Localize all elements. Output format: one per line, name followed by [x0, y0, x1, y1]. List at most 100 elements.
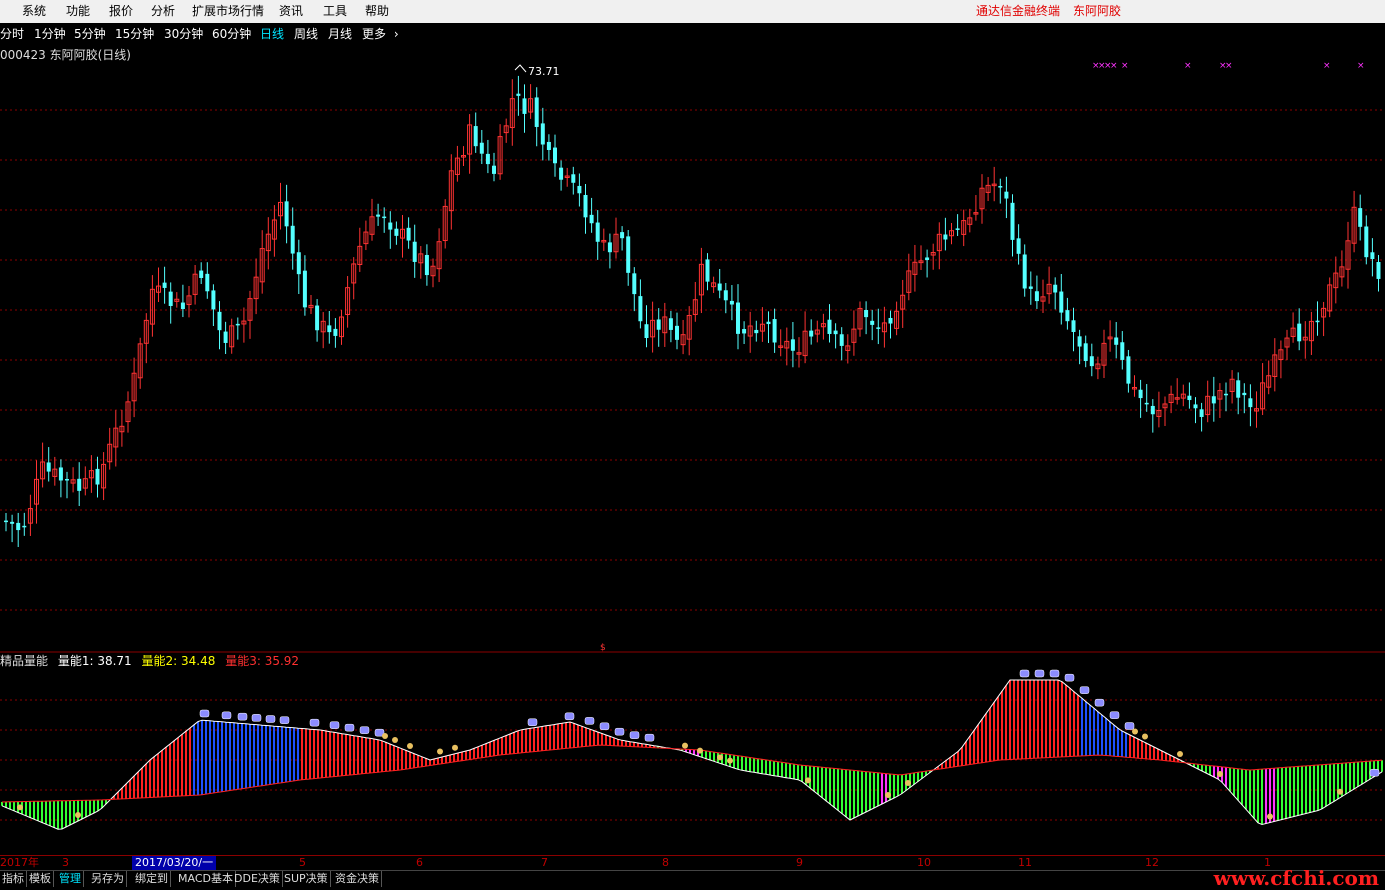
candle-body — [1242, 392, 1247, 396]
signal-cube-icon — [359, 726, 370, 734]
candle-body — [424, 254, 429, 276]
candle-body — [1150, 405, 1155, 415]
period-5min[interactable]: 5分钟 — [74, 23, 106, 45]
period-toolbar: 分时 1分钟 5分钟 15分钟 30分钟 60分钟 日线 周线 月线 更多 › — [0, 23, 1385, 45]
candle-body — [394, 228, 399, 236]
menu-news[interactable]: 资讯 — [279, 0, 303, 23]
candle-body — [571, 174, 576, 183]
price-chart[interactable]: 73.71 ×××× × × ×× × × $ — [0, 45, 1385, 855]
candle-body — [955, 228, 960, 230]
candle-body — [522, 98, 527, 114]
tab-fund-decision[interactable]: 资金决策 — [333, 871, 382, 887]
period-30min[interactable]: 30分钟 — [164, 23, 203, 45]
period-60min[interactable]: 60分钟 — [212, 23, 251, 45]
candle-body — [1236, 380, 1241, 398]
candle-body — [46, 462, 51, 472]
signal-cube-icon — [629, 731, 640, 739]
tab-manage[interactable]: 管理 — [57, 871, 84, 887]
indicator-tab-bar: 指标 模板 管理 另存为 绑定到 MACD基本 DDE决策 SUP决策 资金决策 — [0, 870, 1385, 887]
signal-x-marker: × — [1225, 61, 1233, 71]
candle-body — [492, 165, 496, 174]
indicator-l3: 量能3: 35.92 — [225, 654, 300, 668]
candle-body — [1315, 320, 1320, 323]
date-label: 5 — [299, 856, 306, 869]
signal-cube-icon — [1064, 673, 1075, 682]
candle-body — [1187, 395, 1192, 401]
menu-analysis[interactable]: 分析 — [151, 0, 175, 23]
signal-x-marker: × — [1357, 61, 1365, 71]
period-15min[interactable]: 15分钟 — [115, 23, 154, 45]
signal-cube-icon — [1079, 686, 1090, 694]
candle-body — [16, 522, 21, 531]
period-daily[interactable]: 日线 — [260, 23, 284, 45]
signal-figure-icon — [407, 743, 413, 749]
menu-tools[interactable]: 工具 — [323, 0, 347, 23]
candle-body — [1114, 337, 1119, 345]
candle-body — [1059, 291, 1064, 313]
candle-body — [1364, 226, 1369, 258]
candle-body — [607, 242, 612, 253]
signal-x-marker: × — [1184, 61, 1192, 71]
candle-body — [1144, 402, 1149, 405]
top-markers: ×××× × × ×× × × — [1092, 61, 1365, 71]
candle-body — [638, 296, 643, 322]
period-1min[interactable]: 1分钟 — [34, 23, 66, 45]
candle-body — [546, 141, 551, 150]
candle-body — [827, 319, 832, 334]
candle-body — [943, 234, 948, 240]
menu-label: 工具 — [323, 4, 348, 18]
candle-body — [479, 142, 484, 154]
menu-function[interactable]: 功能 — [66, 0, 90, 23]
date-label: 12 — [1145, 856, 1159, 869]
period-monthly[interactable]: 月线 — [328, 23, 352, 45]
tab-dde-decision[interactable]: DDE决策 — [232, 871, 283, 887]
menu-label: 系统 — [22, 4, 47, 18]
menu-extended-market[interactable]: 扩展市场行情 — [192, 0, 264, 23]
signal-x-marker: × — [1323, 61, 1331, 71]
tab-sup-decision[interactable]: SUP决策 — [282, 871, 331, 887]
signal-figure-icon — [1177, 751, 1183, 757]
signal-x-marker: × — [1121, 61, 1129, 71]
candle-body — [22, 525, 27, 528]
candle-body — [1211, 396, 1216, 404]
tab-indicator[interactable]: 指标 — [0, 871, 27, 887]
candle-body — [284, 201, 289, 227]
candle-body — [1138, 389, 1143, 399]
period-weekly[interactable]: 周线 — [294, 23, 318, 45]
signal-cube-icon — [279, 716, 290, 724]
signal-cube-icon — [614, 727, 625, 736]
menu-label: 帮助 — [365, 4, 390, 18]
tab-bind-to[interactable]: 绑定到 — [133, 871, 171, 887]
menu-label: 扩展市场行情 — [192, 4, 265, 18]
signal-cube-icon — [344, 723, 355, 732]
menu-quote[interactable]: 报价 — [109, 0, 133, 23]
candle-body — [675, 325, 679, 340]
menu-label: 分析 — [151, 4, 176, 18]
menu-help[interactable]: 帮助 — [365, 0, 389, 23]
candle-body — [876, 327, 881, 329]
period-tick[interactable]: 分时 — [0, 23, 24, 45]
current-stock-name: 东阿阿胶 — [1073, 4, 1122, 18]
candle-body — [327, 325, 332, 333]
candle-body — [1193, 404, 1198, 409]
candle-body — [888, 317, 893, 324]
candle-body — [1028, 286, 1033, 289]
period-more[interactable]: 更多 › — [362, 23, 399, 45]
signal-figure-icon — [17, 804, 23, 811]
candle-body — [412, 241, 417, 262]
menu-system[interactable]: 系统 — [22, 0, 46, 23]
candle-body — [717, 283, 722, 291]
signal-x-marker: × — [1110, 61, 1118, 71]
tab-save-as[interactable]: 另存为 — [89, 871, 127, 887]
candle-body — [656, 319, 661, 330]
signal-cube-icon — [1049, 669, 1060, 678]
tab-macd-basic[interactable]: MACD基本 — [176, 871, 236, 887]
candle-body — [4, 520, 8, 523]
tab-template[interactable]: 模板 — [27, 871, 54, 887]
candle-body — [1199, 409, 1204, 417]
candle-body — [485, 153, 490, 165]
candle-body — [473, 126, 478, 147]
candle-body — [595, 222, 600, 242]
signal-figure-icon — [1132, 728, 1138, 735]
menu-bar: 系统 功能 报价 分析 扩展市场行情 资讯 工具 帮助 通达信金融终端 东阿阿胶 — [0, 0, 1385, 24]
